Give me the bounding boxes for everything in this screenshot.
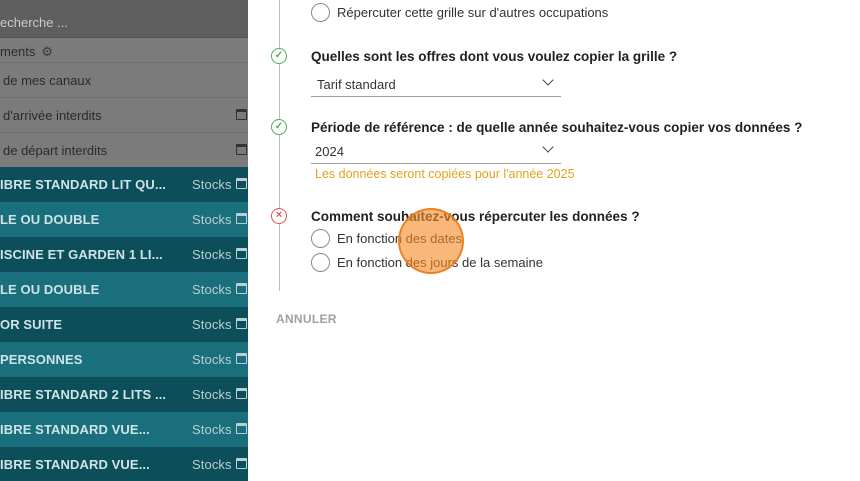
stepper-line [279,64,280,119]
room-label: IBRE STANDARD LIT QU... [0,177,166,192]
radio-button[interactable] [311,253,330,272]
room-label: IBRE STANDARD 2 LITS ... [0,387,167,402]
question-reference-period: Période de référence : de quelle année s… [311,120,803,135]
calendar-icon[interactable] [236,144,247,155]
select-value: 2024 [315,144,344,159]
copy-grid-dialog: Répercuter cette grille sur d'autres occ… [248,0,860,481]
room-label: LE OU DOUBLE [0,282,100,297]
room-row[interactable]: IBRE STANDARD VUE... Stocks [0,447,248,481]
question-offers: Quelles sont les offres dont vous voulez… [311,49,678,64]
offers-select[interactable]: Tarif standard [311,71,561,97]
sidebar-option-departure[interactable]: de départ interdits [0,132,248,167]
room-row[interactable]: IBRE STANDARD VUE... Stocks [0,412,248,447]
sidebar-option-label: de départ interdits [3,142,108,158]
background-sidebar: echerche ... ments ⚙ de mes canaux d'arr… [0,0,248,481]
stocks-link[interactable]: Stocks [192,422,232,437]
radio-button[interactable] [311,229,330,248]
check-circle-icon: ✓ [271,119,287,135]
year-hint: Les données seront copiées pour l'année … [315,167,575,181]
stocks-link[interactable]: Stocks [192,282,232,297]
room-row[interactable]: OR SUITE Stocks [0,307,248,342]
room-label: IBRE STANDARD VUE... [0,457,150,472]
app-root: echerche ... ments ⚙ de mes canaux d'arr… [0,0,860,481]
radio-label: En fonction des dates [337,231,463,246]
room-row[interactable]: PERSONNES Stocks [0,342,248,377]
room-row[interactable]: LE OU DOUBLE Stocks [0,272,248,307]
year-select[interactable]: 2024 [311,138,561,164]
calendar-icon[interactable] [236,388,247,399]
close-circle-icon: × [271,208,287,224]
sidebar-search[interactable]: echerche ... [0,0,248,38]
select-value: Tarif standard [317,77,396,92]
room-label: OR SUITE [0,317,63,332]
stocks-link[interactable]: Stocks [192,212,232,227]
room-row[interactable]: IBRE STANDARD LIT QU... Stocks [0,167,248,202]
sidebar-option-label: d'arrivée interdits [3,107,102,123]
chevron-down-icon [542,74,554,86]
stepper-line [279,135,280,208]
room-label: IBRE STANDARD VUE... [0,422,150,437]
room-label: ISCINE ET GARDEN 1 LI... [0,247,163,262]
check-circle-icon: ✓ [271,48,287,64]
sidebar-option-label: de mes canaux [3,72,92,88]
stocks-link[interactable]: Stocks [192,177,232,192]
calendar-icon[interactable] [236,178,247,189]
stocks-link[interactable]: Stocks [192,317,232,332]
replicate-occupations-option[interactable]: Répercuter cette grille sur d'autres occ… [311,3,608,22]
calendar-icon[interactable] [236,353,247,364]
room-label: PERSONNES [0,352,83,367]
option-by-dates[interactable]: En fonction des dates [311,229,462,248]
sidebar-option-channels[interactable]: de mes canaux [0,62,248,97]
room-row[interactable]: LE OU DOUBLE Stocks [0,202,248,237]
calendar-icon[interactable] [236,109,247,120]
search-placeholder: echerche ... [0,15,68,30]
stocks-link[interactable]: Stocks [192,352,232,367]
calendar-icon[interactable] [236,318,247,329]
settings-label: ments [0,44,36,59]
cancel-button[interactable]: ANNULER [276,312,337,326]
question-replication-method: Comment souhaitez-vous répercuter les do… [311,209,640,224]
calendar-icon[interactable] [236,423,247,434]
calendar-icon[interactable] [236,248,247,259]
chevron-down-icon [542,141,554,153]
stepper-line [279,0,280,48]
room-row[interactable]: IBRE STANDARD 2 LITS ... Stocks [0,377,248,412]
gear-icon[interactable]: ⚙ [41,44,53,60]
radio-button[interactable] [311,3,330,22]
radio-label: En fonction des jours de la semaine [337,255,543,270]
option-by-weekdays[interactable]: En fonction des jours de la semaine [311,253,543,272]
radio-label: Répercuter cette grille sur d'autres occ… [337,5,609,20]
room-label: LE OU DOUBLE [0,212,100,227]
calendar-icon[interactable] [236,458,247,469]
stocks-link[interactable]: Stocks [192,387,232,402]
room-row[interactable]: ISCINE ET GARDEN 1 LI... Stocks [0,237,248,272]
calendar-icon[interactable] [236,213,247,224]
stocks-link[interactable]: Stocks [192,457,232,472]
sidebar-option-arrival[interactable]: d'arrivée interdits [0,97,248,132]
sidebar-settings-row[interactable]: ments ⚙ [0,38,248,62]
stocks-link[interactable]: Stocks [192,247,232,262]
calendar-icon[interactable] [236,283,247,294]
stepper-line [279,224,280,291]
